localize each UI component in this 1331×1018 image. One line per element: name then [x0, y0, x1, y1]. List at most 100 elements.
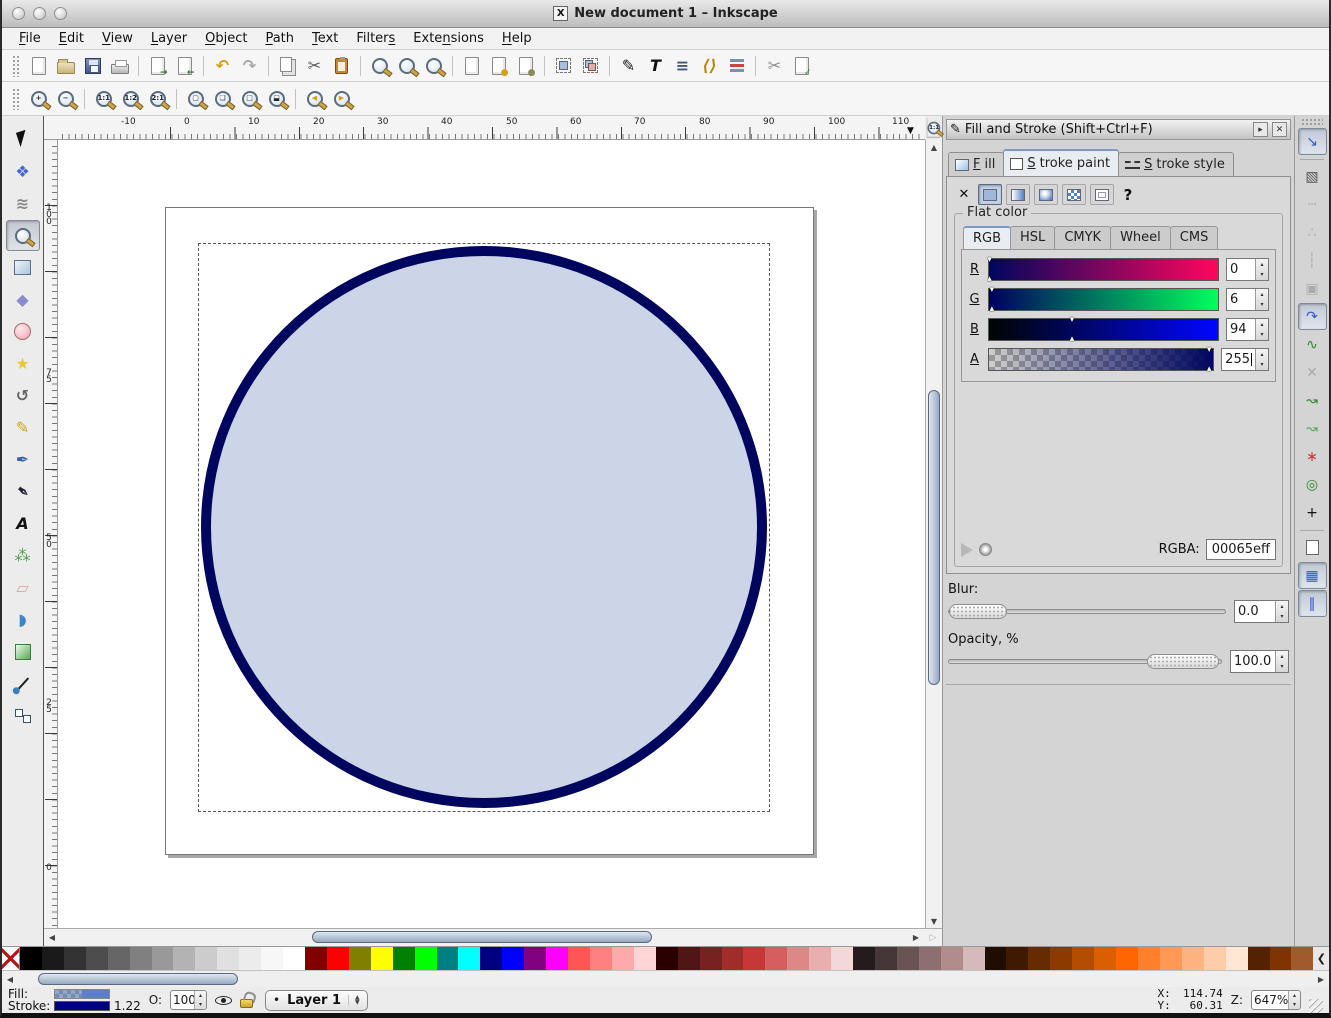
palette-swatch[interactable] [283, 947, 305, 970]
palette-swatch[interactable] [765, 947, 787, 970]
palette-swatch[interactable] [787, 947, 809, 970]
linear-gradient-button[interactable] [1006, 184, 1030, 205]
xml-editor-button[interactable]: ⟨⟩ [696, 53, 723, 79]
color-tab-cms[interactable]: CMS [1170, 226, 1219, 249]
palette-swatch[interactable] [1050, 947, 1072, 970]
canvas[interactable] [58, 140, 925, 928]
zoom-page-button[interactable]: □ [236, 86, 263, 112]
color-tab-cmyk[interactable]: CMYK [1054, 226, 1111, 249]
panel-header[interactable]: ✎ Fill and Stroke (Shift+Ctrl+F) ▸ ✕ [946, 119, 1291, 140]
radial-gradient-button[interactable] [1034, 184, 1058, 205]
palette-swatch[interactable] [590, 947, 612, 970]
palette-swatch[interactable] [524, 947, 546, 970]
palette-swatch-none[interactable] [2, 947, 20, 970]
zoom-page-width-button[interactable]: ⬓ [263, 86, 290, 112]
stroke-swatch[interactable] [54, 1001, 110, 1011]
menu-view[interactable]: View [93, 30, 142, 47]
menu-path[interactable]: Path [256, 30, 303, 47]
palette-swatch[interactable] [678, 947, 700, 970]
snap-guides-button[interactable]: ∥ [1298, 590, 1327, 617]
ellipse-object[interactable] [201, 246, 767, 808]
star-tool-button[interactable]: ★ [6, 348, 40, 379]
preferences-button[interactable]: ✂ [761, 53, 788, 79]
palette-swatch[interactable] [152, 947, 174, 970]
zoom-window-button[interactable] [54, 7, 67, 20]
close-window-button[interactable] [12, 7, 25, 20]
menu-object[interactable]: Object [196, 30, 256, 47]
opacity-slider[interactable] [948, 659, 1222, 664]
palette-swatch[interactable] [327, 947, 349, 970]
color-tab-rgb[interactable]: RGB [963, 226, 1011, 249]
opacity-slider-thumb[interactable] [1147, 654, 1219, 669]
tweak-tool-button[interactable]: ≋ [6, 188, 40, 219]
cut-button[interactable]: ✂ [301, 53, 328, 79]
copy-button[interactable] [274, 53, 301, 79]
zoom-2-1-button[interactable]: 2:1 [144, 86, 171, 112]
enable-snapping-button[interactable]: ↘ [1298, 128, 1327, 155]
palette-swatch[interactable] [239, 947, 261, 970]
palette-swatch[interactable] [1116, 947, 1138, 970]
zoom-to-page-button[interactable] [420, 53, 447, 79]
ungroup-button[interactable] [577, 53, 604, 79]
group-button[interactable] [550, 53, 577, 79]
palette-swatch[interactable] [1072, 947, 1094, 970]
opacity-spinbox[interactable]: 100.0 ▴▾ [1230, 650, 1289, 673]
layer-lock-icon[interactable] [240, 999, 253, 1008]
snap-object-centers-button[interactable]: ◎ [1298, 471, 1327, 498]
panel-close-button[interactable]: ✕ [1272, 122, 1287, 137]
g-spinbox[interactable]: 6▴▾ [1226, 288, 1269, 311]
spiral-tool-button[interactable]: ↺ [6, 380, 40, 411]
palette-swatch[interactable] [1270, 947, 1292, 970]
palette-swatch[interactable] [371, 947, 393, 970]
scroll-up-arrow[interactable]: ▲ [926, 140, 942, 154]
palette-swatch[interactable] [700, 947, 722, 970]
blur-slider-thumb[interactable] [949, 604, 1007, 619]
palette-swatch[interactable] [722, 947, 744, 970]
snap-toolbar-grip[interactable] [1301, 118, 1323, 125]
rgba-hex-input[interactable]: 00065eff [1206, 539, 1276, 560]
b-spinbox[interactable]: 94▴▾ [1226, 318, 1269, 341]
snap-bbox-edges-button[interactable]: ┄ [1298, 191, 1327, 218]
horizontal-scrollbar[interactable]: ◀ ▶ ▷ [44, 928, 942, 946]
palette-swatch[interactable] [853, 947, 875, 970]
tab-stroke-style[interactable]: Stroke style [1118, 152, 1234, 176]
tab-stroke-paint[interactable]: Stroke paint [1003, 149, 1119, 176]
fill-stroke-dialog-button[interactable]: ✎ [615, 53, 642, 79]
save-document-button[interactable] [79, 53, 106, 79]
palette-swatch[interactable] [502, 947, 524, 970]
palette-swatch[interactable] [195, 947, 217, 970]
palette-swatch[interactable] [612, 947, 634, 970]
align-dialog-button[interactable] [723, 53, 750, 79]
palette-swatch[interactable] [415, 947, 437, 970]
snap-bbox-centers-button[interactable]: ▣ [1298, 275, 1327, 302]
palette-swatch[interactable] [458, 947, 480, 970]
color-tab-hsl[interactable]: HSL [1010, 226, 1055, 249]
palette-swatch[interactable] [1006, 947, 1028, 970]
palette-swatch[interactable] [546, 947, 568, 970]
palette-scroll-chevron[interactable]: ❮ [1313, 947, 1329, 970]
snap-to-paths-button[interactable]: ∿ [1298, 331, 1327, 358]
scroll-down-arrow[interactable]: ▼ [926, 914, 942, 928]
pen-tool-button[interactable]: ✒ [6, 444, 40, 475]
snap-grids-button[interactable]: ▦ [1298, 562, 1327, 589]
palette-scroll-track[interactable] [18, 971, 1313, 987]
zoom-1-2-button[interactable]: 1:2 [117, 86, 144, 112]
b-slider[interactable] [988, 318, 1219, 341]
zoom-out-button[interactable]: − [52, 86, 79, 112]
snap-midpoints-button[interactable]: ∗ [1298, 443, 1327, 470]
zoom-previous-button[interactable]: ◀ [301, 86, 328, 112]
vertical-scrollbar[interactable]: ▲ ▼ [925, 140, 942, 928]
layer-spin-arrows[interactable]: ▲▼ [348, 995, 360, 1005]
toolbar-grip[interactable] [12, 55, 19, 77]
fill-stroke-indicator[interactable]: Fill: Stroke: 1.22 [8, 989, 141, 1012]
palette-swatch[interactable] [173, 947, 195, 970]
palette-swatch[interactable] [305, 947, 327, 970]
snap-smooth-nodes-button[interactable]: ↝ [1298, 415, 1327, 442]
palette-swatch[interactable] [217, 947, 239, 970]
zoom-in-button[interactable]: + [25, 86, 52, 112]
create-clone-button[interactable]: ● [485, 53, 512, 79]
connector-tool-button[interactable] [6, 700, 40, 731]
a-slider[interactable] [988, 348, 1214, 371]
gradient-tool-button[interactable] [6, 636, 40, 667]
menu-layer[interactable]: Layer [142, 30, 196, 47]
